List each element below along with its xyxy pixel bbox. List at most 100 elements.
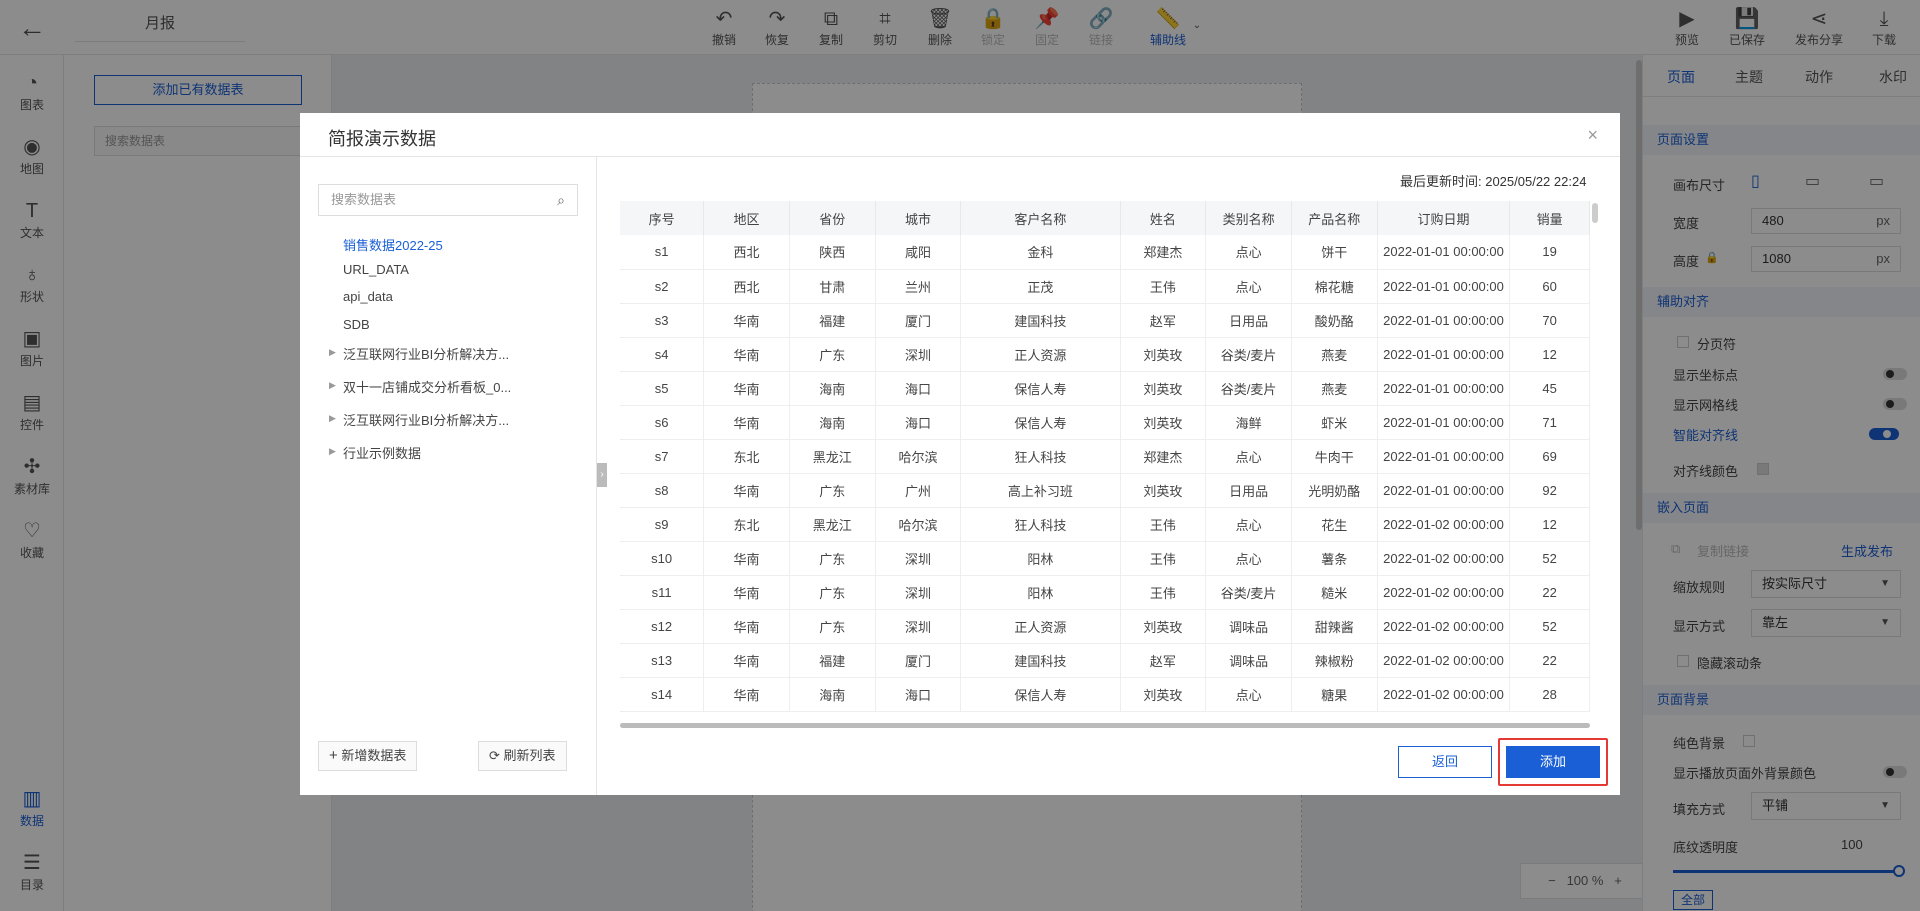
table-cell: 谷类/麦片 — [1205, 575, 1292, 610]
column-header[interactable]: 销量 — [1509, 201, 1590, 235]
column-header[interactable]: 城市 — [875, 201, 962, 235]
table-cell: 2022-01-01 00:00:00 — [1377, 473, 1511, 508]
table-cell: 海南 — [789, 405, 876, 440]
caret-right-icon[interactable]: ▶ — [329, 380, 336, 391]
table-cell: 兰州 — [875, 269, 962, 304]
table-cell: 日用品 — [1205, 473, 1292, 508]
table-cell: 保信人寿 — [960, 371, 1121, 406]
table-cell: 2022-01-01 00:00:00 — [1377, 303, 1511, 338]
table-cell: 海鲜 — [1205, 405, 1292, 440]
table-cell: 2022-01-02 00:00:00 — [1377, 609, 1511, 644]
plus-icon: + — [329, 747, 338, 764]
column-header[interactable]: 姓名 — [1120, 201, 1207, 235]
table-cell: 建国科技 — [960, 303, 1121, 338]
table-cell: 海口 — [875, 405, 962, 440]
table-cell: 黑龙江 — [789, 439, 876, 474]
table-cell: 华南 — [703, 337, 790, 372]
table-cell: s1 — [620, 235, 705, 270]
table-cell: 狂人科技 — [960, 507, 1121, 542]
table-row: s11 华南 广东 深圳 阳林 王伟 谷类/麦片 糙米 2022-01-02 00:00:00 2… — [620, 575, 1590, 610]
caret-right-icon[interactable]: ▶ — [329, 446, 336, 457]
return-button[interactable]: 返回 — [1398, 746, 1492, 778]
table-row: s2 西北 甘肃 兰州 正茂 王伟 点心 棉花糖 2022-01-01 00:00:00 60 — [620, 269, 1590, 304]
data-preview-table: 序号 地区 省份 城市 客户名称 姓名 类别名称 产品名称 订购日期 销量 s1 西北 陕西 咸阳 金科郑… — [620, 201, 1600, 725]
table-cell: 保信人寿 — [960, 405, 1121, 440]
table-cell: 燕麦 — [1291, 337, 1378, 372]
table-cell: 饼干 — [1291, 235, 1378, 270]
tree-folder-industry-samples[interactable]: 行业示例数据 — [343, 443, 421, 462]
table-cell: 2022-01-01 00:00:00 — [1377, 371, 1511, 406]
table-cell: 45 — [1509, 371, 1590, 406]
table-cell: 刘英玫 — [1120, 371, 1207, 406]
collapse-panel-handle[interactable]: › — [597, 463, 607, 487]
table-cell: 刘英玫 — [1120, 473, 1207, 508]
table-cell: s6 — [620, 405, 705, 440]
table-row: s3 华南 福建 厦门 建国科技 赵军 日用品 酸奶酪 2022-01-01 00:00:00 7… — [620, 303, 1590, 338]
table-cell: s7 — [620, 439, 705, 474]
table-cell: 2022-01-01 00:00:00 — [1377, 337, 1511, 372]
table-cell: 2022-01-01 00:00:00 — [1377, 439, 1511, 474]
table-cell: s4 — [620, 337, 705, 372]
table-cell: 2022-01-02 00:00:00 — [1377, 643, 1511, 678]
tree-item-url-data[interactable]: URL_DATA — [343, 262, 409, 277]
table-cell: 刘英玫 — [1120, 405, 1207, 440]
table-cell: 深圳 — [875, 575, 962, 610]
tree-item-api-data[interactable]: api_data — [343, 289, 393, 304]
table-cell: s5 — [620, 371, 705, 406]
column-header[interactable]: 省份 — [789, 201, 876, 235]
table-row: s10 华南 广东 深圳 阳林 王伟 点心 薯条 2022-01-02 00:00:00 52 — [620, 541, 1590, 576]
table-cell: s10 — [620, 541, 705, 576]
caret-right-icon[interactable]: ▶ — [329, 347, 336, 358]
table-cell: 西北 — [703, 269, 790, 304]
table-cell: 69 — [1509, 439, 1590, 474]
table-cell: 燕麦 — [1291, 371, 1378, 406]
refresh-list-button[interactable]: ⟳ 刷新列表 — [478, 741, 567, 771]
tree-folder-internet-bi-1[interactable]: 泛互联网行业BI分析解决方... — [343, 344, 509, 363]
table-cell: 调味品 — [1205, 643, 1292, 678]
column-header[interactable]: 序号 — [620, 201, 705, 235]
tree-folder-internet-bi-2[interactable]: 泛互联网行业BI分析解决方... — [343, 410, 509, 429]
column-header[interactable]: 产品名称 — [1291, 201, 1378, 235]
table-vertical-scrollbar[interactable] — [1592, 203, 1598, 223]
table-cell: 调味品 — [1205, 609, 1292, 644]
close-icon[interactable]: × — [1587, 125, 1598, 146]
table-cell: 王伟 — [1120, 269, 1207, 304]
dataset-dialog: 简报演示数据 × 搜索数据表 ⌕ 销售数据2022-25 URL_DATA api… — [300, 113, 1620, 795]
add-button[interactable]: 添加 — [1506, 746, 1600, 778]
table-cell: 谷类/麦片 — [1205, 337, 1292, 372]
column-header[interactable]: 客户名称 — [960, 201, 1121, 235]
tree-item-sales-2022-25[interactable]: 销售数据2022-25 — [343, 235, 443, 254]
table-cell: s13 — [620, 643, 705, 678]
table-cell: 广东 — [789, 575, 876, 610]
table-cell: 阳林 — [960, 541, 1121, 576]
table-cell: 赵军 — [1120, 643, 1207, 678]
new-table-button[interactable]: + 新增数据表 — [318, 741, 418, 771]
tree-item-sdb[interactable]: SDB — [343, 317, 370, 332]
caret-right-icon[interactable]: ▶ — [329, 413, 336, 424]
last-update-time: 最后更新时间: 2025/05/22 22:24 — [1400, 174, 1587, 189]
table-cell: 西北 — [703, 235, 790, 270]
table-horizontal-scrollbar[interactable] — [620, 723, 1590, 728]
table-cell: 金科 — [960, 235, 1121, 270]
table-cell: 点心 — [1205, 541, 1292, 576]
search-icon[interactable]: ⌕ — [557, 185, 565, 215]
table-cell: 广东 — [789, 541, 876, 576]
table-row: s6 华南 海南 海口 保信人寿 刘英玫 海鲜 虾米 2022-01-01 00:00:00 71 — [620, 405, 1590, 440]
dataset-search-input[interactable]: 搜索数据表 ⌕ — [318, 184, 578, 216]
table-cell: 71 — [1509, 405, 1590, 440]
table-cell: 建国科技 — [960, 643, 1121, 678]
table-cell: 薯条 — [1291, 541, 1378, 576]
table-cell: 厦门 — [875, 303, 962, 338]
table-header-row: 序号 地区 省份 城市 客户名称 姓名 类别名称 产品名称 订购日期 销量 — [620, 201, 1590, 235]
table-cell: 福建 — [789, 643, 876, 678]
tree-folder-double11[interactable]: 双十一店铺成交分析看板_0... — [343, 377, 511, 396]
table-cell: 王伟 — [1120, 575, 1207, 610]
column-header[interactable]: 订购日期 — [1377, 201, 1511, 235]
table-cell: 陕西 — [789, 235, 876, 270]
table-cell: 海口 — [875, 371, 962, 406]
column-header[interactable]: 类别名称 — [1205, 201, 1292, 235]
table-cell: 海南 — [789, 371, 876, 406]
table-cell: 点心 — [1205, 507, 1292, 542]
table-cell: 2022-01-01 00:00:00 — [1377, 235, 1511, 270]
column-header[interactable]: 地区 — [703, 201, 790, 235]
